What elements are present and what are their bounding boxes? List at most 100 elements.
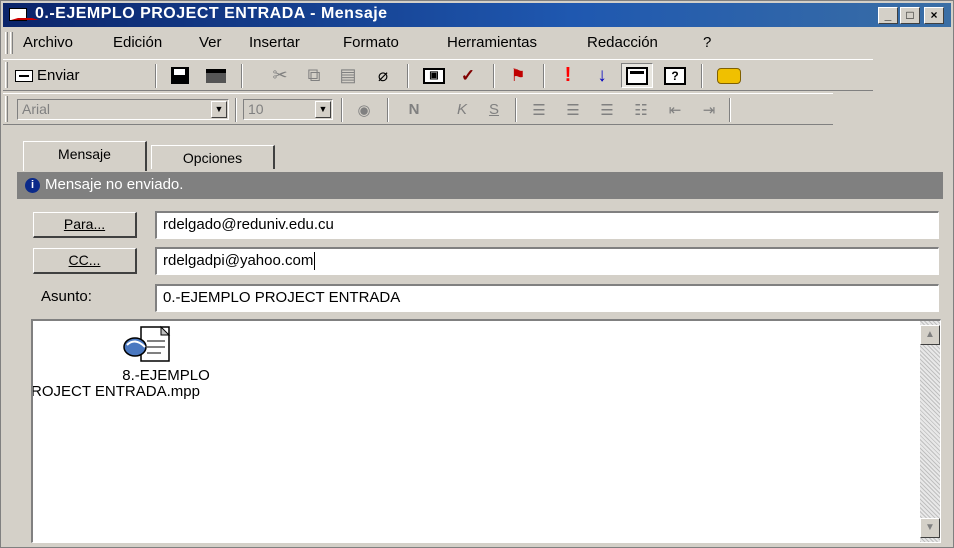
subject-label: Asunto: <box>41 288 92 305</box>
minimize-button[interactable]: _ <box>878 7 898 24</box>
font-select[interactable]: Arial ▼ <box>17 99 229 120</box>
help-button[interactable]: ? <box>659 63 691 88</box>
chevron-down-icon[interactable]: ▼ <box>211 101 227 118</box>
spellcheck-button[interactable]: ✓ <box>453 63 483 88</box>
menu-herramientas[interactable]: Herramientas <box>447 34 537 51</box>
separator <box>241 64 243 88</box>
menu-formato[interactable]: Formato <box>343 34 399 51</box>
formatting-toolbar: Arial ▼ 10 ▼ ◉ N K S ☰ ☰ ☰ ☷ ⇤ ⇥ <box>3 93 833 125</box>
separator <box>341 98 343 122</box>
send-label: Enviar <box>37 67 80 84</box>
decrease-indent-icon: ⇤ <box>668 101 682 119</box>
info-bar: i Mensaje no enviado. <box>17 172 943 199</box>
align-left-icon: ☰ <box>532 101 546 119</box>
underline-button[interactable]: S <box>481 97 507 122</box>
align-center-icon: ☰ <box>566 101 580 119</box>
flag-button[interactable]: ⚑ <box>503 63 533 88</box>
separator <box>701 64 703 88</box>
tab-mensaje[interactable]: Mensaje <box>23 141 147 171</box>
bold-icon: N <box>408 101 420 118</box>
separator <box>729 98 731 122</box>
message-body[interactable]: 8.-EJEMPLO ROJECT ENTRADA.mpp ▲ ▼ <box>31 319 941 543</box>
separator <box>407 64 409 88</box>
drive-button[interactable] <box>713 63 745 88</box>
menubar-grip-2[interactable] <box>10 32 13 54</box>
to-value: rdelgado@reduniv.edu.cu <box>163 216 334 233</box>
down-arrow-icon: ↓ <box>597 64 607 86</box>
bullets-button[interactable]: ☷ <box>627 97 655 122</box>
font-color-button[interactable]: ◉ <box>349 97 379 122</box>
bold-button[interactable]: N <box>401 97 427 122</box>
vertical-scrollbar[interactable]: ▲ ▼ <box>920 321 940 542</box>
toolbar-grip[interactable] <box>5 96 8 122</box>
copy-button[interactable]: ⧉ <box>299 63 329 88</box>
message-window: 0.-EJEMPLO PROJECT ENTRADA - Mensaje _ □… <box>0 0 954 548</box>
menu-help[interactable]: ? <box>703 34 711 51</box>
increase-indent-icon: ⇥ <box>702 101 716 119</box>
menubar-grip[interactable] <box>5 32 8 54</box>
decrease-indent-button[interactable]: ⇤ <box>661 97 689 122</box>
tab-opciones[interactable]: Opciones <box>151 145 275 169</box>
separator <box>155 64 157 88</box>
cc-button[interactable]: CC... <box>33 248 137 274</box>
font-size-value: 10 <box>248 101 264 117</box>
font-color-icon: ◉ <box>357 101 371 119</box>
high-importance-button[interactable]: ! <box>553 63 583 88</box>
spellcheck-icon: ✓ <box>460 65 476 85</box>
maximize-button[interactable]: □ <box>900 7 920 24</box>
options-icon <box>626 66 648 85</box>
underline-icon: S <box>488 101 499 118</box>
title-bar[interactable]: 0.-EJEMPLO PROJECT ENTRADA - Mensaje _ □… <box>3 3 951 27</box>
cc-field[interactable]: rdelgadpi@yahoo.com <box>155 247 939 275</box>
italic-button[interactable]: K <box>449 97 475 122</box>
drive-icon <box>717 67 741 84</box>
cut-button[interactable]: ✂ <box>265 63 295 88</box>
align-right-button[interactable]: ☰ <box>593 97 621 122</box>
separator <box>543 64 545 88</box>
options-button[interactable] <box>621 63 653 88</box>
menu-archivo[interactable]: Archivo <box>23 34 73 51</box>
scroll-up-button[interactable]: ▲ <box>920 325 940 345</box>
attach-button[interactable]: ⌀ <box>369 63 397 88</box>
menu-redaccion[interactable]: Redacción <box>587 34 658 51</box>
close-button[interactable]: × <box>924 7 944 24</box>
to-field[interactable]: rdelgado@reduniv.edu.cu <box>155 211 939 239</box>
subject-field[interactable]: 0.-EJEMPLO PROJECT ENTRADA <box>155 284 939 312</box>
standard-toolbar: Enviar ✂ ⧉ ▤ ⌀ ▣ ✓ ⚑ ! ↓ ? <box>3 59 873 91</box>
text-caret <box>314 252 316 271</box>
help-icon: ? <box>664 66 686 85</box>
menu-ver[interactable]: Ver <box>199 34 222 51</box>
subject-value: 0.-EJEMPLO PROJECT ENTRADA <box>163 289 401 306</box>
font-value: Arial <box>22 101 51 117</box>
print-button[interactable] <box>201 63 231 88</box>
scroll-down-button[interactable]: ▼ <box>920 518 940 538</box>
bullet-list-icon: ☷ <box>634 101 648 119</box>
font-size-select[interactable]: 10 ▼ <box>243 99 333 120</box>
menu-insertar[interactable]: Insertar <box>249 34 300 51</box>
align-left-button[interactable]: ☰ <box>525 97 553 122</box>
save-button[interactable] <box>165 63 195 88</box>
increase-indent-button[interactable]: ⇥ <box>695 97 723 122</box>
copy-icon: ⧉ <box>307 65 321 85</box>
chevron-down-icon[interactable]: ▼ <box>315 101 331 118</box>
info-icon: i <box>25 178 40 193</box>
cc-value: rdelgadpi@yahoo.com <box>163 252 314 269</box>
low-importance-button[interactable]: ↓ <box>587 63 617 88</box>
exclamation-icon: ! <box>564 64 572 86</box>
cut-icon: ✂ <box>272 65 288 85</box>
align-right-icon: ☰ <box>600 101 614 119</box>
window-title: 0.-EJEMPLO PROJECT ENTRADA - Mensaje <box>35 5 388 22</box>
italic-icon: K <box>456 101 467 118</box>
send-button[interactable]: Enviar <box>15 63 115 88</box>
paste-button[interactable]: ▤ <box>333 63 363 88</box>
to-button[interactable]: Para... <box>33 212 137 238</box>
info-text: Mensaje no enviado. <box>45 176 184 193</box>
menu-edicion[interactable]: Edición <box>113 34 162 51</box>
toolbar-grip[interactable] <box>5 62 8 88</box>
separator <box>515 98 517 122</box>
address-book-button[interactable]: ▣ <box>419 63 449 88</box>
send-icon <box>15 69 33 82</box>
print-icon <box>206 68 226 83</box>
flag-icon: ⚑ <box>510 65 526 85</box>
align-center-button[interactable]: ☰ <box>559 97 587 122</box>
